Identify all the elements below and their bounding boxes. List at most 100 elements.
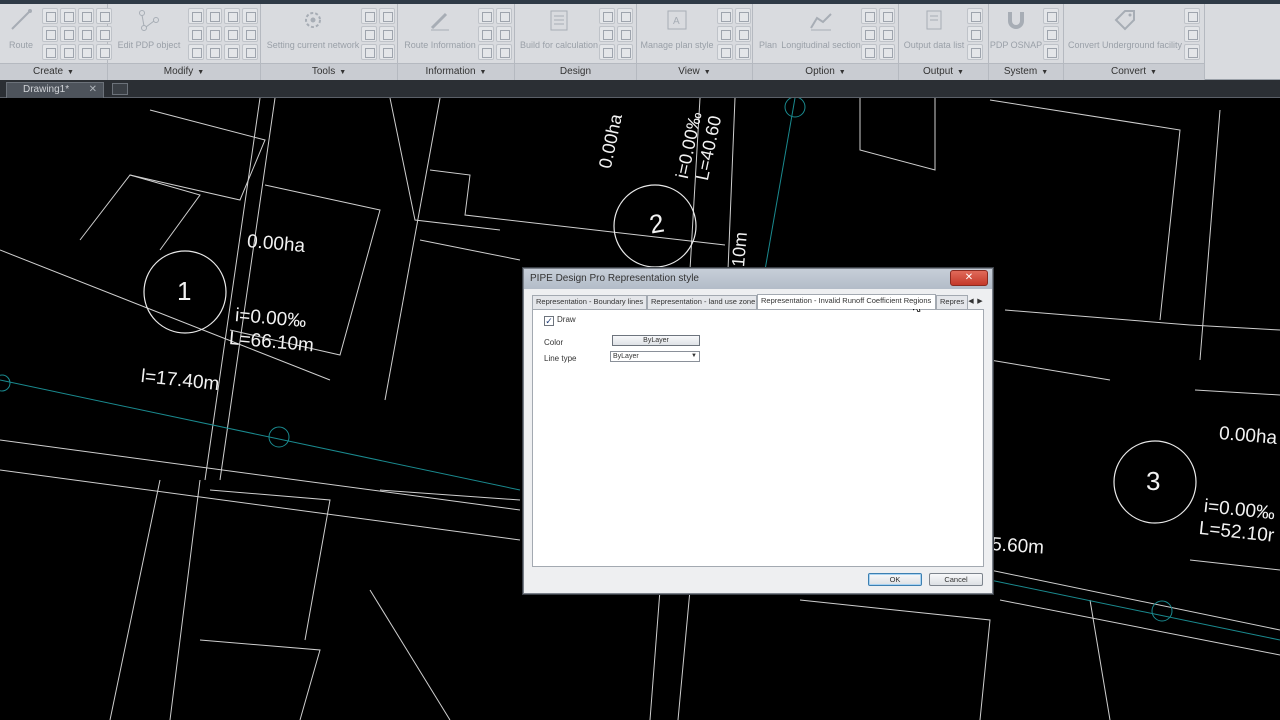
manage-plan-style-button[interactable]: A Manage plan style xyxy=(639,6,715,50)
longitudinal-section-button[interactable]: Longitudinal section xyxy=(781,6,861,50)
tool-icon[interactable] xyxy=(967,44,983,60)
panel-option-title[interactable]: Option ▼ xyxy=(753,63,898,80)
tool-icon[interactable] xyxy=(242,8,258,24)
tool-icon[interactable] xyxy=(206,44,222,60)
tool-icon[interactable] xyxy=(361,8,377,24)
tool-icon[interactable] xyxy=(60,44,76,60)
tool-icon[interactable] xyxy=(478,8,494,24)
panel-system-title[interactable]: System ▼ xyxy=(989,63,1063,80)
tool-icon[interactable] xyxy=(78,26,94,42)
tool-icon[interactable] xyxy=(717,44,733,60)
build-for-calculation-button[interactable]: Build for calculation xyxy=(519,6,599,50)
tool-icon[interactable] xyxy=(224,8,240,24)
tool-icon[interactable] xyxy=(188,26,204,42)
tool-icon[interactable] xyxy=(1184,26,1200,42)
tool-icon[interactable] xyxy=(879,8,895,24)
chevron-down-icon: ▼ xyxy=(957,69,964,76)
panel-view-title[interactable]: View ▼ xyxy=(637,63,752,80)
manage-plan-style-label: Manage plan style xyxy=(640,40,714,50)
tool-icon[interactable] xyxy=(379,8,395,24)
tool-icon[interactable] xyxy=(206,8,222,24)
tool-icon[interactable] xyxy=(78,44,94,60)
color-button[interactable]: ByLayer xyxy=(612,335,700,346)
tool-icon[interactable] xyxy=(735,44,751,60)
pdp-osnap-button[interactable]: PDP OSNAP xyxy=(990,6,1042,50)
tool-icon[interactable] xyxy=(188,8,204,24)
tool-icon[interactable] xyxy=(599,8,615,24)
tool-icon[interactable] xyxy=(42,8,58,24)
tool-icon[interactable] xyxy=(188,44,204,60)
draw-checkbox[interactable]: ✓ xyxy=(544,316,554,326)
tool-icon[interactable] xyxy=(60,8,76,24)
tool-icon[interactable] xyxy=(879,44,895,60)
tool-icon[interactable] xyxy=(717,8,733,24)
panel-create-title[interactable]: Create ▼ xyxy=(0,63,107,80)
tool-icon[interactable] xyxy=(717,26,733,42)
tool-icon[interactable] xyxy=(1043,44,1059,60)
document-tab-drawing1[interactable]: Drawing1* ✕ xyxy=(6,82,104,98)
ok-button[interactable]: OK xyxy=(868,573,922,586)
close-tab-icon[interactable]: ✕ xyxy=(89,83,97,97)
tool-icon[interactable] xyxy=(617,44,633,60)
tool-icon[interactable] xyxy=(1184,8,1200,24)
panel-modify-title[interactable]: Modify ▼ xyxy=(108,63,260,80)
tool-icon[interactable] xyxy=(861,26,877,42)
tool-icon[interactable] xyxy=(967,8,983,24)
tool-icon[interactable] xyxy=(861,44,877,60)
route-button[interactable]: Route xyxy=(6,6,36,50)
tool-icon[interactable] xyxy=(967,26,983,42)
tab-land-use-zone[interactable]: Representation - land use zone xyxy=(647,295,757,309)
output-data-list-button[interactable]: Output data list xyxy=(901,6,967,50)
tool-icon[interactable] xyxy=(496,26,512,42)
tab-scroll-right-icon[interactable]: ▶ xyxy=(976,296,984,307)
close-button[interactable]: ✕ xyxy=(950,270,988,286)
tool-icon[interactable] xyxy=(379,26,395,42)
tool-icon[interactable] xyxy=(1043,8,1059,24)
tool-icon[interactable] xyxy=(224,44,240,60)
tool-icon[interactable] xyxy=(206,26,222,42)
tab-representation-more[interactable]: Repres xyxy=(936,295,968,309)
tool-icon[interactable] xyxy=(496,44,512,60)
tool-icon[interactable] xyxy=(361,26,377,42)
tool-icon[interactable] xyxy=(861,8,877,24)
cancel-button[interactable]: Cancel xyxy=(929,573,983,586)
tool-icon[interactable] xyxy=(42,44,58,60)
tool-icon[interactable] xyxy=(478,44,494,60)
edit-pdp-object-button[interactable]: Edit PDP object xyxy=(114,6,184,50)
tool-icon[interactable] xyxy=(242,44,258,60)
line-type-select[interactable]: ByLayer ▼ xyxy=(610,351,700,362)
setting-current-network-button[interactable]: Setting current network xyxy=(265,6,361,50)
tool-icon[interactable] xyxy=(78,8,94,24)
tool-icon[interactable] xyxy=(735,26,751,42)
convert-underground-facility-button[interactable]: Convert Underground facility xyxy=(1066,6,1184,50)
tool-icon[interactable] xyxy=(1043,26,1059,42)
panel-output-title[interactable]: Output ▼ xyxy=(899,63,988,80)
tool-icon[interactable] xyxy=(60,26,76,42)
route-information-button[interactable]: Route Information xyxy=(402,6,478,50)
tool-icon[interactable] xyxy=(42,26,58,42)
tool-icon[interactable] xyxy=(478,26,494,42)
panel-convert-title[interactable]: Convert ▼ xyxy=(1064,63,1204,80)
tool-icon[interactable] xyxy=(242,26,258,42)
plan-button[interactable]: Plan xyxy=(757,6,779,50)
tool-icon[interactable] xyxy=(617,26,633,42)
tab-boundary-lines[interactable]: Representation - Boundary lines xyxy=(532,295,647,309)
tool-icon[interactable] xyxy=(617,8,633,24)
tool-icon[interactable] xyxy=(496,8,512,24)
tool-icon[interactable] xyxy=(379,44,395,60)
tool-icon[interactable] xyxy=(599,26,615,42)
tool-icon[interactable] xyxy=(1184,44,1200,60)
tool-icon[interactable] xyxy=(361,44,377,60)
tool-icon[interactable] xyxy=(224,26,240,42)
tab-scroll-left-icon[interactable]: ◀ xyxy=(967,296,975,307)
tool-icon[interactable] xyxy=(735,8,751,24)
dialog-title-bar[interactable]: PIPE Design Pro Representation style ✕ xyxy=(524,269,992,289)
panel-information-title[interactable]: Information ▼ xyxy=(398,63,514,80)
tool-icon[interactable] xyxy=(599,44,615,60)
longitudinal-section-label: Longitudinal section xyxy=(781,40,861,50)
new-drawing-tab-button[interactable] xyxy=(112,83,128,95)
tab-invalid-runoff-coefficient-regions[interactable]: Representation - Invalid Runoff Coeffici… xyxy=(757,294,936,309)
tool-icon[interactable] xyxy=(879,26,895,42)
panel-tools-title[interactable]: Tools ▼ xyxy=(261,63,397,80)
route-label: Route xyxy=(8,40,34,50)
